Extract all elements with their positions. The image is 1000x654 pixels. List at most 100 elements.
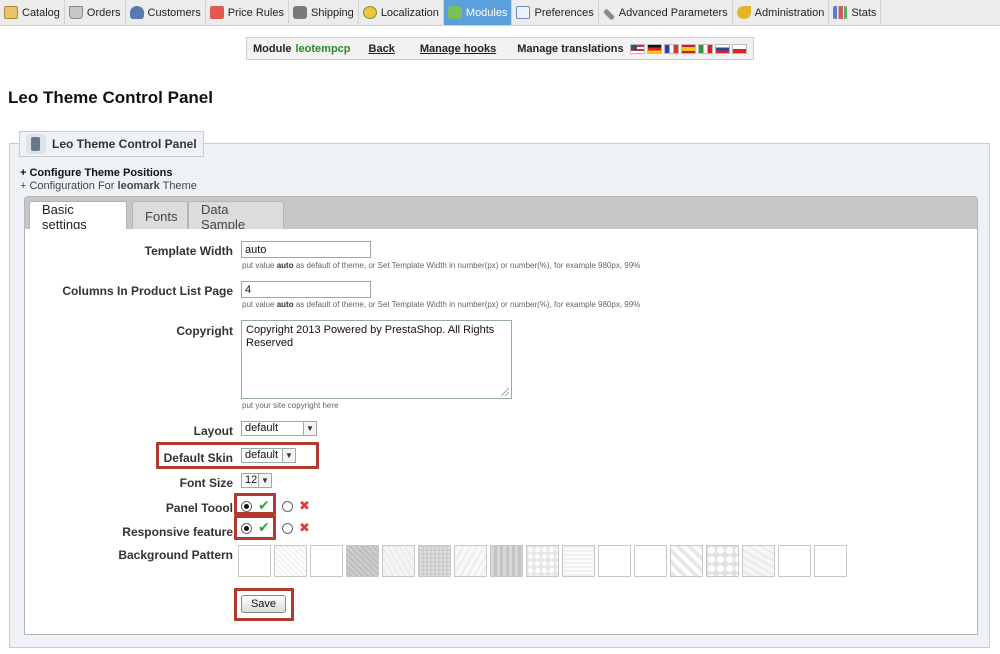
- module-toolbar: Module leotempcp Back Manage hooks Manag…: [246, 37, 754, 60]
- copyright-textarea[interactable]: Copyright 2013 Powered by PrestaShop. Al…: [241, 320, 512, 399]
- key-icon: [736, 6, 751, 19]
- pattern-swatch[interactable]: [490, 545, 523, 577]
- layout-value: default: [245, 422, 279, 434]
- pl-flag-icon[interactable]: [731, 43, 747, 54]
- pattern-swatch[interactable]: [814, 545, 847, 577]
- pattern-swatch[interactable]: [418, 545, 451, 577]
- cross-icon: ✖: [299, 520, 310, 535]
- pattern-swatch[interactable]: [742, 545, 775, 577]
- tab-fonts[interactable]: Fonts: [132, 201, 188, 231]
- it-flag-icon[interactable]: [697, 43, 713, 54]
- menu-administration[interactable]: Administration: [733, 0, 830, 25]
- pattern-swatch[interactable]: [634, 545, 667, 577]
- layout-label: Layout: [193, 424, 233, 438]
- tab-basic-settings[interactable]: Basic settings: [29, 201, 127, 232]
- puzzle-icon: [447, 6, 462, 19]
- pattern-swatch[interactable]: [346, 545, 379, 577]
- chevron-down-icon: ▼: [303, 422, 316, 435]
- es-flag-icon[interactable]: [680, 43, 696, 54]
- template-width-input[interactable]: auto: [241, 241, 371, 258]
- copyright-text: Copyright 2013 Powered by PrestaShop. Al…: [246, 324, 495, 349]
- tab-data-sample[interactable]: Data Sample: [188, 201, 284, 232]
- panel-legend: Leo Theme Control Panel: [19, 131, 204, 157]
- wrench-icon: [602, 7, 615, 21]
- pattern-swatch[interactable]: [778, 545, 811, 577]
- menu-label: Customers: [147, 6, 201, 19]
- pattern-swatch[interactable]: [454, 545, 487, 577]
- menu-customers[interactable]: Customers: [126, 0, 206, 25]
- background-pattern-label: Background Pattern: [118, 548, 233, 562]
- menu-localization[interactable]: Localization: [359, 0, 444, 25]
- menu-stats[interactable]: Stats: [829, 0, 882, 25]
- responsive-no-radio[interactable]: [282, 523, 293, 534]
- panel-legend-label: Leo Theme Control Panel: [52, 137, 197, 151]
- menu-preferences[interactable]: Preferences: [512, 0, 599, 25]
- responsive-label: Responsive feature: [122, 525, 233, 539]
- pattern-swatch[interactable]: [526, 545, 559, 577]
- menu-label: Preferences: [534, 6, 594, 19]
- highlight-box-responsive: [234, 515, 276, 540]
- columns-input[interactable]: 4: [241, 281, 371, 298]
- module-name: leotempcp: [295, 42, 351, 55]
- template-width-hint: put value auto as default of theme, or S…: [242, 261, 641, 270]
- us-flag-icon[interactable]: [629, 43, 645, 54]
- columns-label: Columns In Product List Page: [62, 284, 233, 298]
- menu-label: Stats: [851, 6, 877, 19]
- highlight-box-default-skin: [156, 442, 319, 469]
- menu-label: Administration: [754, 6, 825, 19]
- columns-hint: put value auto as default of theme, or S…: [242, 300, 641, 309]
- translation-flags: [629, 43, 747, 54]
- pattern-swatch[interactable]: [274, 545, 307, 577]
- menu-label: Orders: [86, 6, 121, 19]
- menu-label: Advanced Parameters: [618, 6, 728, 19]
- bar-chart-icon: [833, 6, 848, 19]
- highlight-box-save: [234, 588, 294, 621]
- preferences-icon: [516, 6, 531, 19]
- copyright-label: Copyright: [176, 324, 233, 338]
- panel-tool-no-radio[interactable]: [282, 501, 293, 512]
- catalog-icon: [4, 6, 18, 19]
- copyright-hint: put your site copyright here: [242, 401, 339, 410]
- ru-flag-icon[interactable]: [714, 43, 730, 54]
- pattern-swatch[interactable]: [310, 545, 343, 577]
- menu-label: Localization: [380, 6, 439, 19]
- menu-label: Price Rules: [227, 6, 284, 19]
- menu-shipping[interactable]: Shipping: [289, 0, 359, 25]
- customers-icon: [129, 6, 144, 19]
- theme-config-line: + Configuration For leomark Theme: [20, 180, 197, 193]
- pattern-swatch[interactable]: [238, 545, 271, 577]
- pattern-swatch[interactable]: [670, 545, 703, 577]
- menu-label: Modules: [465, 6, 508, 19]
- menu-modules[interactable]: Modules: [443, 0, 513, 25]
- highlight-box-panel-tool: [234, 493, 276, 515]
- theme-panel-icon: [26, 134, 46, 154]
- menu-catalog[interactable]: Catalog: [0, 0, 65, 25]
- pattern-swatch[interactable]: [382, 545, 415, 577]
- pattern-swatch[interactable]: [562, 545, 595, 577]
- pattern-swatch[interactable]: [706, 545, 739, 577]
- resize-handle-icon[interactable]: [501, 388, 509, 396]
- pattern-swatch[interactable]: [598, 545, 631, 577]
- menu-advanced-parameters[interactable]: Advanced Parameters: [599, 0, 733, 25]
- menu-label: Shipping: [310, 6, 354, 19]
- manage-translations-label: Manage translations: [517, 42, 624, 55]
- menu-label: Catalog: [22, 6, 60, 19]
- de-flag-icon[interactable]: [646, 43, 662, 54]
- menu-orders[interactable]: Orders: [65, 0, 126, 25]
- menu-price-rules[interactable]: Price Rules: [206, 0, 289, 25]
- manage-hooks-link[interactable]: Manage hooks: [420, 43, 496, 55]
- theme-config-prefix: + Configuration For: [20, 180, 115, 192]
- panel-info: + Configure Theme Positions + Configurat…: [20, 167, 197, 193]
- cross-icon: ✖: [299, 498, 310, 513]
- fr-flag-icon[interactable]: [663, 43, 679, 54]
- theme-config-suffix: Theme: [162, 180, 197, 192]
- font-size-select[interactable]: 12 ▼: [241, 473, 272, 488]
- cart-icon: [68, 6, 83, 19]
- font-size-label: Font Size: [179, 476, 233, 490]
- configure-positions-link[interactable]: + Configure Theme Positions: [20, 167, 197, 180]
- back-link[interactable]: Back: [369, 43, 395, 55]
- top-menu: Catalog Orders Customers Price Rules Shi…: [0, 0, 1000, 26]
- truck-icon: [292, 6, 307, 19]
- tabs-bar: Basic settings Fonts Data Sample: [24, 196, 978, 232]
- layout-select[interactable]: default ▼: [241, 421, 317, 436]
